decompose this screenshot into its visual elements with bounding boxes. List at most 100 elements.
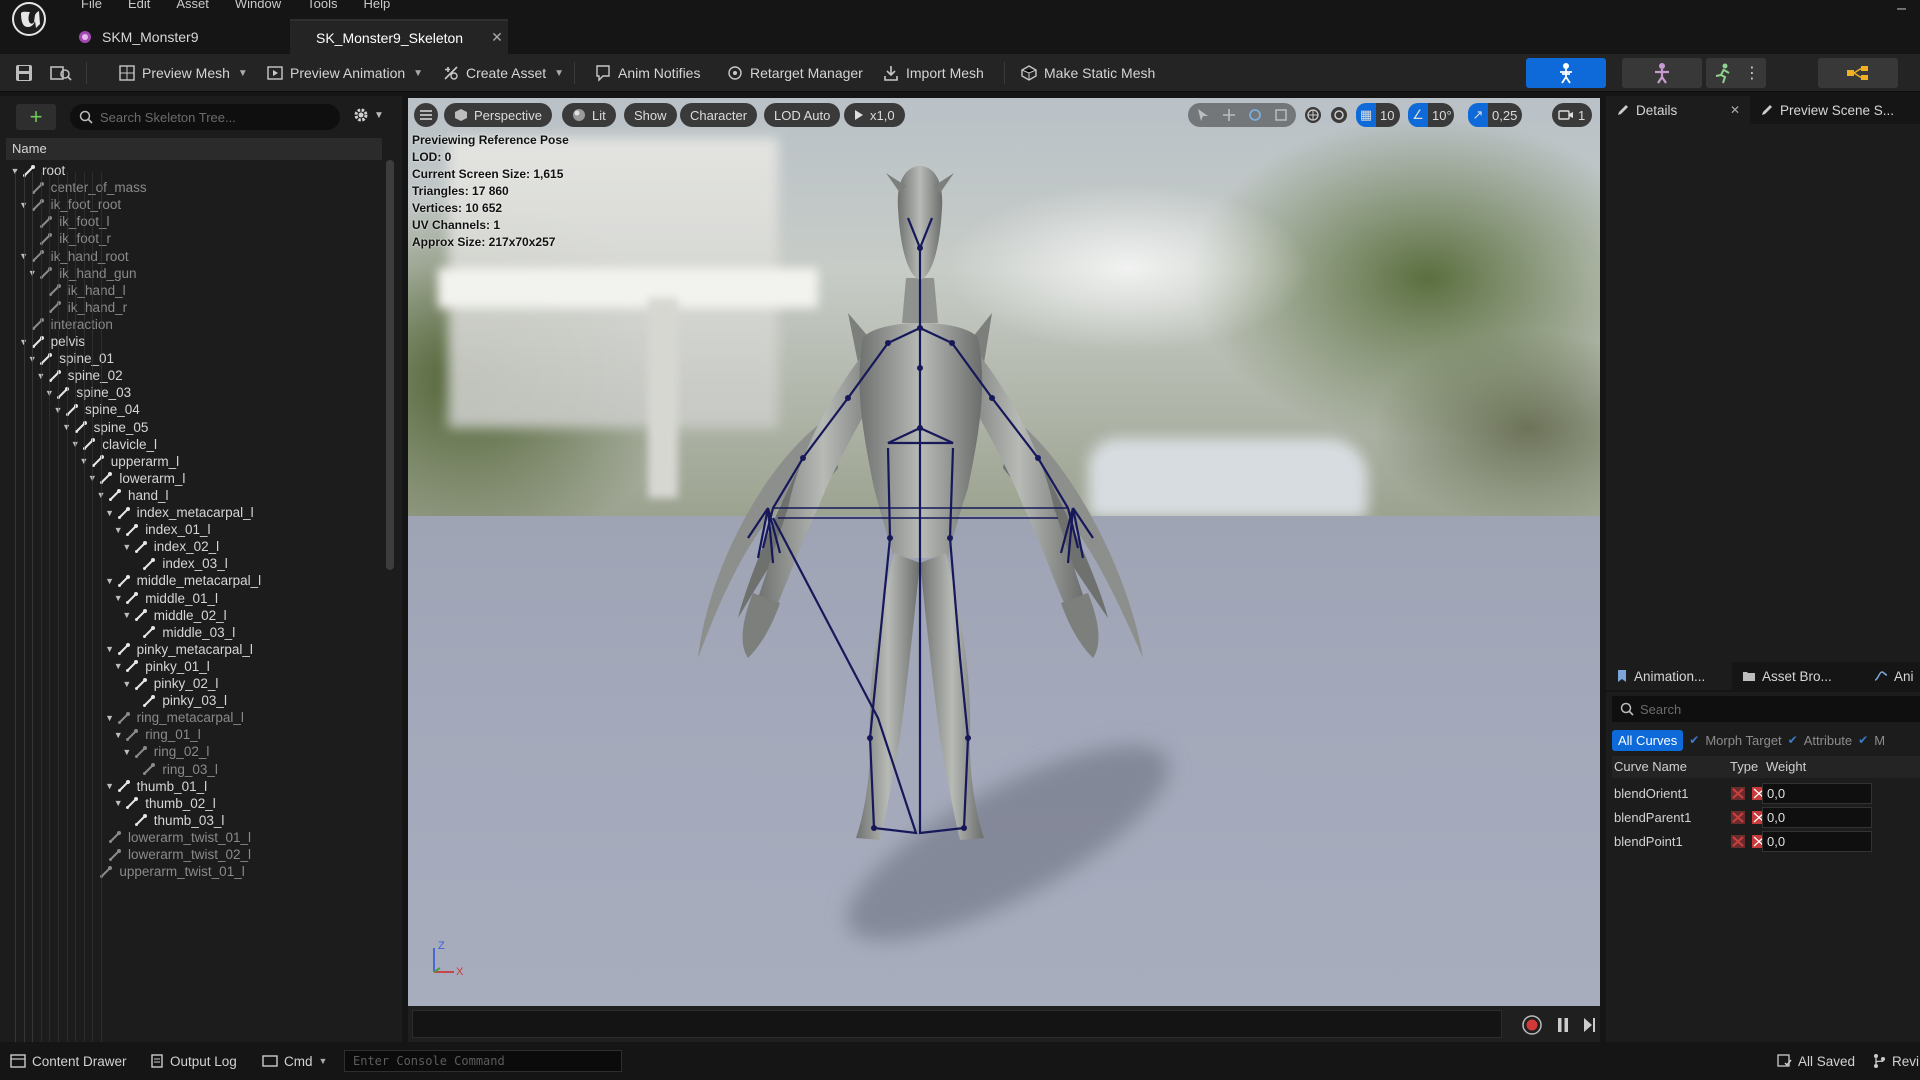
more-options-icon[interactable]: ⋮ (1744, 63, 1760, 83)
expand-arrow-icon[interactable]: ▼ (105, 781, 115, 791)
menu-edit[interactable]: Edit (115, 0, 163, 13)
filter-all-curves[interactable]: All Curves (1612, 729, 1684, 751)
surface-snap-icon[interactable] (1330, 106, 1348, 124)
add-socket-button[interactable]: + (16, 104, 56, 130)
pause-button[interactable] (1555, 1015, 1571, 1035)
make-static-mesh-button[interactable]: Make Static Mesh (1020, 59, 1155, 87)
tab-details[interactable]: Details ✕ (1606, 96, 1750, 124)
tab-asset-browser[interactable]: Asset Bro... (1732, 662, 1864, 690)
close-tab-icon[interactable]: ✕ (491, 29, 503, 46)
minimize-window-button[interactable]: – (1897, 0, 1906, 18)
preview-viewport[interactable]: Perspective Lit Show Character LOD Auto … (408, 98, 1600, 1006)
tab-animation-curves[interactable]: Animation... (1606, 662, 1732, 690)
revision-control-button[interactable]: Revi (1872, 1050, 1919, 1072)
filter-attribute[interactable]: Attribute (1804, 733, 1852, 748)
expand-arrow-icon[interactable]: ▼ (113, 525, 123, 535)
show-flags-button[interactable]: Show (624, 103, 677, 127)
expand-arrow-icon[interactable]: ▼ (105, 644, 115, 654)
rotation-snap-toggle[interactable]: ∠ 10° (1408, 103, 1454, 127)
select-tool-icon[interactable] (1196, 108, 1210, 122)
perspective-view-button[interactable]: Perspective (444, 103, 552, 127)
checkmark-icon[interactable]: ✔ (1858, 733, 1868, 747)
scale-snap-toggle[interactable]: ↗ 0,25 (1468, 103, 1522, 127)
browse-asset-icon[interactable] (50, 63, 72, 83)
curve-row[interactable]: blendParent1 0,0 (1612, 806, 1920, 830)
unreal-logo-icon[interactable] (6, 0, 52, 40)
step-forward-button[interactable] (1581, 1015, 1597, 1035)
expand-arrow-icon[interactable]: ▼ (113, 730, 123, 740)
weight-input[interactable]: 0,0 (1762, 831, 1872, 852)
menu-file[interactable]: File (68, 0, 115, 13)
expand-arrow-icon[interactable]: ▼ (113, 798, 123, 808)
tree-settings-button[interactable]: ▼ (352, 106, 384, 124)
curve-row[interactable]: blendOrient1 0,0 (1612, 782, 1920, 806)
camera-speed-button[interactable]: 1 (1552, 103, 1592, 127)
bone-row[interactable]: upperarm_twist_01_l (87, 861, 245, 882)
cmd-dropdown[interactable]: Cmd ▼ (262, 1050, 327, 1072)
expand-arrow-icon[interactable]: ▼ (122, 542, 132, 552)
output-log-button[interactable]: Output Log (150, 1050, 237, 1072)
expand-arrow-icon[interactable]: ▼ (122, 747, 132, 757)
world-space-icon[interactable] (1304, 106, 1322, 124)
preview-mesh-dropdown[interactable]: Preview Mesh ▼ (118, 59, 248, 87)
skeleton-search-input[interactable]: Search Skeleton Tree... (70, 104, 340, 130)
record-button[interactable] (1522, 1015, 1542, 1035)
view-mode-button[interactable]: Lit (562, 103, 616, 127)
checkmark-icon[interactable]: ✔ (1689, 733, 1699, 747)
grid-snap-toggle[interactable]: ▦ 10 (1356, 103, 1400, 127)
mesh-mode-button[interactable] (1622, 58, 1702, 88)
character-options-button[interactable]: Character (680, 103, 758, 127)
col-type[interactable]: Type (1730, 759, 1758, 774)
bone-name: middle_01_l (145, 590, 218, 606)
viewport-options-button[interactable] (414, 103, 438, 127)
save-icon[interactable] (14, 63, 34, 83)
retarget-manager-button[interactable]: Retarget Manager (726, 59, 863, 87)
expand-arrow-icon[interactable]: ▼ (105, 713, 115, 723)
tab-preview-scene-settings[interactable]: Preview Scene S... (1750, 96, 1920, 124)
console-command-input[interactable]: Enter Console Command (344, 1050, 622, 1072)
weight-input[interactable]: 0,0 (1762, 783, 1872, 804)
checkmark-icon[interactable]: ✔ (1788, 733, 1798, 747)
anim-notifies-button[interactable]: Anim Notifies (594, 59, 700, 87)
expand-arrow-icon[interactable]: ▼ (105, 576, 115, 586)
col-weight[interactable]: Weight (1766, 759, 1806, 774)
scale-tool-icon[interactable] (1274, 108, 1288, 122)
create-asset-dropdown[interactable]: Create Asset ▼ (442, 59, 564, 87)
filter-morph-target[interactable]: Morph Target (1705, 733, 1781, 748)
preview-animation-dropdown[interactable]: Preview Animation ▼ (266, 59, 423, 87)
expand-arrow-icon[interactable]: ▼ (122, 679, 132, 689)
animation-mode-button[interactable]: ⋮ (1706, 58, 1766, 88)
menu-tools[interactable]: Tools (294, 0, 350, 13)
tree-scrollbar[interactable] (386, 160, 394, 570)
character-mesh[interactable] (408, 98, 1600, 1006)
retarget-icon (728, 66, 742, 80)
rotate-tool-icon[interactable] (1248, 108, 1262, 122)
tab-sk-monster9-skeleton[interactable]: SK_Monster9_Skeleton ✕ (290, 19, 508, 54)
curve-row[interactable]: blendPoint1 0,0 (1612, 830, 1920, 854)
content-drawer-button[interactable]: Content Drawer (10, 1050, 127, 1072)
expand-arrow-icon[interactable]: ▼ (105, 508, 115, 518)
curve-search-input[interactable]: Search (1612, 696, 1920, 722)
close-tab-icon[interactable]: ✕ (1730, 103, 1740, 117)
menu-window[interactable]: Window (222, 0, 294, 13)
tab-skm-monster9[interactable]: SKM_Monster9 (62, 19, 290, 54)
translate-tool-icon[interactable] (1222, 108, 1236, 122)
menu-asset[interactable]: Asset (163, 0, 222, 13)
playback-speed-button[interactable]: x1,0 (844, 103, 905, 127)
filter-extra[interactable]: M (1874, 733, 1885, 748)
weight-input[interactable]: 0,0 (1762, 807, 1872, 828)
menu-help[interactable]: Help (350, 0, 403, 13)
expand-arrow-icon[interactable]: ▼ (113, 661, 123, 671)
timeline-scrubber[interactable] (412, 1010, 1502, 1038)
all-saved-button[interactable]: All Saved (1776, 1050, 1855, 1072)
blueprint-mode-button[interactable] (1818, 58, 1898, 88)
tab-anim-more[interactable]: Ani (1864, 662, 1920, 690)
import-mesh-button[interactable]: Import Mesh (882, 59, 984, 87)
bone-icon (117, 780, 130, 793)
expand-arrow-icon[interactable]: ▼ (113, 593, 123, 603)
lod-selector-button[interactable]: LOD Auto (764, 103, 841, 127)
expand-arrow-icon[interactable]: ▼ (122, 610, 132, 620)
tree-column-header[interactable]: Name (6, 138, 382, 160)
col-curve-name[interactable]: Curve Name (1614, 759, 1687, 774)
skeleton-mode-button[interactable] (1526, 58, 1606, 88)
